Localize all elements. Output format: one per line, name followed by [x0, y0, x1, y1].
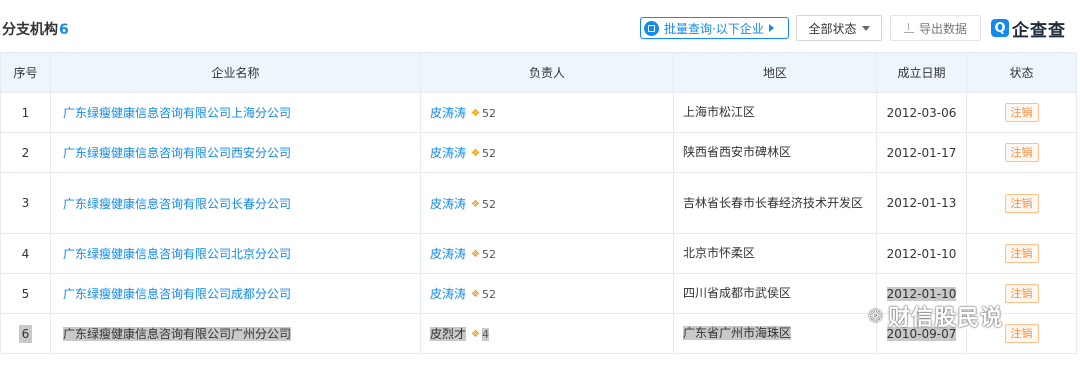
- brand-name: 企查查: [1012, 20, 1066, 41]
- column-header-name: 企业名称: [50, 52, 421, 93]
- region-cell: 上海市松江区: [673, 92, 877, 133]
- company-name-link[interactable]: 广东绿瘦健康信息咨询有限公司长春分公司: [50, 172, 421, 234]
- status-badge: 注销: [1004, 143, 1039, 162]
- person-name-link[interactable]: 皮涛涛: [430, 247, 466, 261]
- brand-mark-icon: Q: [991, 19, 1009, 37]
- person-cell: 皮涛涛 ❖ 52: [420, 273, 674, 314]
- status-filter-dropdown[interactable]: 全部状态: [796, 15, 882, 41]
- company-name-link[interactable]: 广东绿瘦健康信息咨询有限公司广州分公司: [63, 327, 292, 341]
- status-cell: 注销: [966, 233, 1077, 274]
- company-name-link[interactable]: 广东绿瘦健康信息咨询有限公司北京分公司: [50, 233, 421, 274]
- region-cell: 陕西省西安市碑林区: [673, 132, 877, 173]
- section-title-label: 分支机构: [2, 22, 58, 38]
- status-badge: 注销: [1004, 284, 1039, 303]
- row-seq: 4: [0, 233, 51, 274]
- status-badge: 注销: [1004, 244, 1039, 263]
- region-text: 广东省广州市海珠区: [683, 326, 792, 340]
- related-company-icon: ❖: [471, 289, 480, 300]
- person-name-link[interactable]: 皮涛涛: [430, 146, 466, 160]
- column-header-seq: 序号: [0, 52, 51, 93]
- row-seq: 2: [0, 132, 51, 173]
- column-header-status: 状态: [966, 52, 1077, 93]
- watermark-text: 财信股民说: [888, 306, 1004, 331]
- date-cell: 2012-03-06: [876, 92, 967, 133]
- region-cell: 广东省广州市海珠区: [673, 313, 877, 354]
- column-header-region: 地区: [673, 52, 877, 93]
- table-header-row: 序号 企业名称 负责人 地区 成立日期 状态: [0, 52, 1077, 93]
- status-filter-label: 全部状态: [808, 21, 857, 36]
- row-seq: 3: [0, 172, 51, 234]
- status-cell: 注销: [966, 92, 1077, 133]
- table-row: 2 广东绿瘦健康信息咨询有限公司西安分公司 皮涛涛 ❖ 52 陕西省西安市碑林区 2…: [0, 132, 1077, 173]
- person-company-count[interactable]: 52: [482, 147, 496, 160]
- table-row: 1 广东绿瘦健康信息咨询有限公司上海分公司 皮涛涛 ❖ 52 上海市松江区 2012…: [0, 92, 1077, 133]
- person-company-count[interactable]: 52: [482, 107, 496, 120]
- brand-logo: Q 企查查: [991, 15, 1066, 41]
- wechat-icon: ❁: [868, 305, 885, 327]
- date-text: 2012-01-10: [886, 286, 957, 301]
- company-name-link[interactable]: 广东绿瘦健康信息咨询有限公司上海分公司: [50, 92, 421, 133]
- watermark: ❁ 财信股民说: [868, 300, 1003, 332]
- person-cell: 皮涛涛 ❖ 52: [420, 233, 674, 274]
- date-cell: 2012-01-10: [876, 233, 967, 274]
- status-cell: 注销: [966, 132, 1077, 173]
- caret-down-icon: [861, 25, 870, 31]
- company-name-cell: 广东绿瘦健康信息咨询有限公司广州分公司: [50, 313, 421, 354]
- person-name-link[interactable]: 皮烈才: [430, 327, 467, 341]
- section-title: 分支机构6: [2, 19, 69, 39]
- person-name-link[interactable]: 皮涛涛: [430, 197, 466, 211]
- status-cell: 注销: [966, 172, 1077, 234]
- table-row: 4 广东绿瘦健康信息咨询有限公司北京分公司 皮涛涛 ❖ 52 北京市怀柔区 2012…: [0, 233, 1077, 274]
- column-header-person: 负责人: [420, 52, 674, 93]
- person-company-count[interactable]: 52: [482, 288, 496, 301]
- person-cell: 皮涛涛 ❖ 52: [420, 132, 674, 173]
- person-name-link[interactable]: 皮涛涛: [430, 106, 466, 120]
- status-badge: 注销: [1004, 324, 1039, 343]
- batch-query-button[interactable]: 批量查询·以下企业: [640, 17, 789, 39]
- related-company-icon: ❖: [471, 108, 480, 119]
- branch-count: 6: [59, 22, 69, 38]
- batch-query-icon: [644, 20, 659, 36]
- status-badge: 注销: [1004, 193, 1039, 213]
- person-name-link[interactable]: 皮涛涛: [430, 287, 466, 301]
- region-cell: 四川省成都市武侯区: [673, 273, 877, 314]
- related-company-icon: ❖: [471, 198, 480, 210]
- status-badge: 注销: [1004, 103, 1039, 122]
- region-text: 四川省成都市武侯区: [683, 286, 792, 300]
- play-arrow-icon: [768, 24, 774, 32]
- export-data-button[interactable]: 导出数据: [890, 15, 981, 41]
- date-cell: 2012-01-17: [876, 132, 967, 173]
- export-data-label: 导出数据: [918, 21, 967, 36]
- company-name-link[interactable]: 广东绿瘦健康信息咨询有限公司西安分公司: [50, 132, 421, 173]
- batch-query-label: 批量查询·以下企业: [664, 21, 764, 36]
- column-header-date: 成立日期: [876, 52, 967, 93]
- person-company-count[interactable]: 52: [482, 248, 496, 261]
- region-cell: 北京市怀柔区: [673, 233, 877, 274]
- region-cell: 吉林省长春市长春经济技术开发区: [673, 172, 877, 234]
- related-company-icon: ❖: [471, 329, 480, 340]
- date-cell: 2012-01-13: [876, 172, 967, 234]
- person-cell: 皮烈才 ❖ 4: [420, 313, 674, 354]
- row-seq: 6: [18, 324, 33, 343]
- section-header: 分支机构6 批量查询·以下企业 全部状态 导出数据 Q 企查查: [0, 0, 1080, 52]
- person-cell: 皮涛涛 ❖ 52: [420, 172, 674, 234]
- person-company-count[interactable]: 52: [482, 198, 496, 211]
- table-row: 3 广东绿瘦健康信息咨询有限公司长春分公司 皮涛涛 ❖ 52 吉林省长春市长春经济技…: [0, 172, 1077, 234]
- row-seq: 5: [0, 273, 51, 314]
- person-cell: 皮涛涛 ❖ 52: [420, 92, 674, 133]
- related-company-icon: ❖: [471, 249, 480, 260]
- related-company-icon: ❖: [471, 148, 480, 159]
- row-seq-cell: 6: [0, 313, 51, 354]
- download-icon: [903, 23, 914, 33]
- company-name-link[interactable]: 广东绿瘦健康信息咨询有限公司成都分公司: [50, 273, 421, 314]
- person-company-count[interactable]: 4: [481, 328, 489, 341]
- row-seq: 1: [0, 92, 51, 133]
